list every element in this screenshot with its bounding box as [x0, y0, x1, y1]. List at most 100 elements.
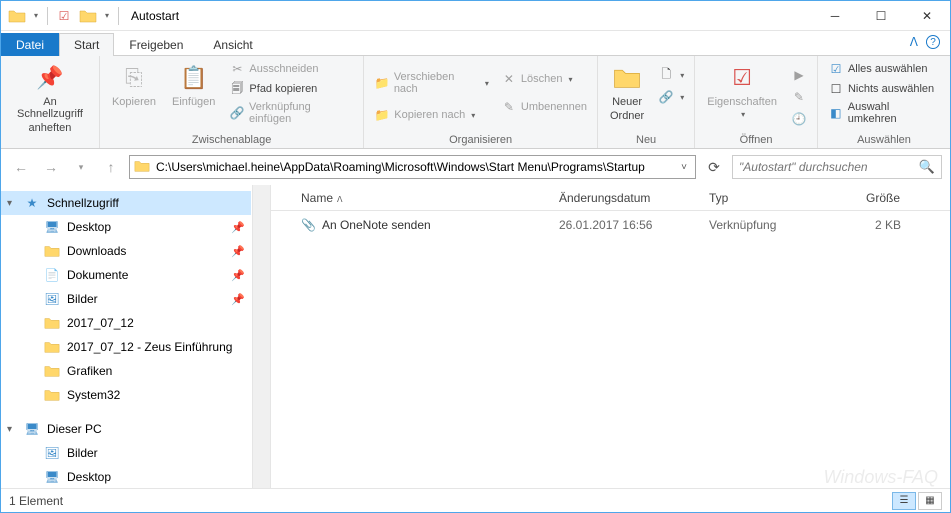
group-organize-label: Organisieren — [372, 132, 589, 146]
col-name[interactable]: Nameᐱ — [271, 191, 551, 205]
select-none-button[interactable]: ☐Nichts auswählen — [826, 80, 942, 98]
tab-start[interactable]: Start — [59, 33, 114, 56]
tab-share[interactable]: Freigeben — [114, 33, 198, 56]
file-list: Nameᐱ Änderungsdatum Typ Größe 📎An OneNo… — [271, 185, 950, 489]
sidebar-item[interactable]: 🖥Desktop — [1, 465, 251, 489]
select-all-button[interactable]: ☑Alles auswählen — [826, 60, 942, 78]
open-icon: ▶ — [791, 67, 807, 83]
main-area: ▾ ★ Schnellzugriff 🖥Desktop📌Downloads📌📄D… — [1, 185, 950, 489]
properties-button[interactable]: ☑ Eigenschaften ▾ — [703, 60, 781, 121]
titlebar: ▾ ☑ ▾ Autostart ─ ☐ ✕ — [1, 1, 950, 31]
properties-icon[interactable]: ☑ — [53, 5, 75, 27]
sidebar-thispc[interactable]: ▾ 🖥 Dieser PC — [1, 417, 251, 441]
address-history-dropdown[interactable]: ˅ — [677, 162, 691, 173]
pc-icon: 🖥 — [23, 420, 41, 438]
window-controls: ─ ☐ ✕ — [812, 1, 950, 31]
pin-icon: 📌 — [231, 269, 245, 282]
up-button[interactable]: ↑ — [99, 155, 123, 179]
copy-button[interactable]: ⎘ Kopieren — [108, 60, 160, 110]
folder-icon[interactable] — [6, 5, 28, 27]
item-icon — [43, 242, 61, 260]
folder-icon-2[interactable] — [77, 5, 99, 27]
sidebar-item[interactable]: 2017_07_12 - Zeus Einführung — [1, 335, 251, 359]
cut-button[interactable]: ✂Ausschneiden — [227, 60, 355, 78]
col-date[interactable]: Änderungsdatum — [551, 191, 701, 205]
item-icon — [43, 362, 61, 380]
new-item-icon: 🗋 — [658, 67, 674, 83]
delete-icon: ✕ — [501, 71, 517, 87]
edit-button[interactable]: ✎ — [789, 88, 809, 106]
close-button[interactable]: ✕ — [904, 1, 950, 31]
search-box[interactable]: 🔍 — [732, 155, 942, 179]
copy-to-button[interactable]: 📁Kopieren nach▾ — [372, 106, 491, 124]
group-new-label: Neu — [606, 132, 686, 146]
invert-icon: ◧ — [828, 105, 844, 121]
history-button[interactable]: 🕘 — [789, 110, 809, 128]
search-input[interactable] — [739, 160, 919, 174]
sidebar-item[interactable]: System32 — [1, 383, 251, 407]
copy-path-icon: 🗐 — [229, 81, 245, 97]
sidebar-item[interactable]: 2017_07_12 — [1, 311, 251, 335]
sidebar-quickaccess[interactable]: ▾ ★ Schnellzugriff — [1, 191, 251, 215]
address-input-wrapper[interactable]: ˅ — [129, 155, 696, 179]
easy-access-button[interactable]: 🔗▾ — [656, 88, 686, 106]
sidebar-item[interactable]: 🖼Bilder — [1, 441, 251, 465]
collapse-ribbon-icon[interactable]: ᐱ — [910, 35, 918, 49]
ribbon-tabs: Datei Start Freigeben Ansicht ᐱ ? — [1, 31, 950, 55]
refresh-button[interactable]: ⟳ — [702, 155, 726, 179]
sidebar-item[interactable]: 📄Dokumente📌 — [1, 263, 251, 287]
status-count: 1 Element — [9, 494, 63, 508]
pin-icon: 📌 — [231, 293, 245, 306]
move-to-button[interactable]: 📁Verschieben nach▾ — [372, 70, 491, 96]
pin-icon: 📌 — [34, 62, 66, 94]
pin-quickaccess-button[interactable]: 📌 An Schnellzugriff anheften — [9, 60, 91, 136]
column-headers: Nameᐱ Änderungsdatum Typ Größe — [271, 185, 950, 211]
file-row[interactable]: 📎An OneNote senden26.01.2017 16:56Verknü… — [271, 211, 950, 235]
shortcut-icon: 🔗 — [229, 105, 245, 121]
nav-sidebar[interactable]: ▾ ★ Schnellzugriff 🖥Desktop📌Downloads📌📄D… — [1, 185, 271, 489]
ribbon: 📌 An Schnellzugriff anheften ⎘ Kopieren … — [1, 55, 950, 149]
invert-selection-button[interactable]: ◧Auswahl umkehren — [826, 100, 942, 126]
delete-button[interactable]: ✕Löschen▾ — [499, 70, 589, 88]
recent-dropdown[interactable]: ▾ — [69, 155, 93, 179]
paste-shortcut-button[interactable]: 🔗Verknüpfung einfügen — [227, 100, 355, 126]
expand-icon[interactable]: ▾ — [7, 198, 12, 209]
pin-icon: 📌 — [231, 221, 245, 234]
back-button[interactable]: ← — [9, 155, 33, 179]
address-input[interactable] — [156, 160, 677, 174]
tab-file[interactable]: Datei — [1, 33, 59, 56]
rename-button[interactable]: ✎Umbenennen — [499, 98, 589, 116]
open-button[interactable]: ▶ — [789, 66, 809, 84]
item-icon — [43, 314, 61, 332]
moveto-icon: 📁 — [374, 75, 390, 91]
quick-access-toolbar: ▾ ☑ ▾ — [1, 5, 127, 27]
easy-access-icon: 🔗 — [658, 89, 674, 105]
tab-view[interactable]: Ansicht — [198, 33, 267, 56]
new-folder-button[interactable]: Neuer Ordner — [606, 60, 648, 124]
icons-view-button[interactable]: ▦ — [918, 492, 942, 510]
folder-icon — [134, 158, 152, 176]
copy-path-button[interactable]: 🗐Pfad kopieren — [227, 80, 355, 98]
expand-icon[interactable]: ▾ — [7, 424, 12, 435]
new-folder-icon — [611, 62, 643, 94]
help-icon[interactable]: ? — [926, 35, 940, 49]
search-icon[interactable]: 🔍 — [919, 159, 935, 175]
new-item-button[interactable]: 🗋▾ — [656, 66, 686, 84]
forward-button[interactable]: → — [39, 155, 63, 179]
sidebar-item[interactable]: 🖥Desktop📌 — [1, 215, 251, 239]
history-icon: 🕘 — [791, 111, 807, 127]
qat-dropdown-icon-2[interactable]: ▾ — [101, 5, 113, 27]
details-view-button[interactable]: ☰ — [892, 492, 916, 510]
sidebar-item[interactable]: 🖼Bilder📌 — [1, 287, 251, 311]
group-open-label: Öffnen — [703, 132, 809, 146]
col-size[interactable]: Größe — [821, 191, 921, 205]
sidebar-item[interactable]: Downloads📌 — [1, 239, 251, 263]
sidebar-item[interactable]: Grafiken — [1, 359, 251, 383]
sort-indicator-icon: ᐱ — [337, 195, 342, 204]
star-icon: ★ — [23, 194, 41, 212]
qat-dropdown-icon[interactable]: ▾ — [30, 5, 42, 27]
minimize-button[interactable]: ─ — [812, 1, 858, 31]
paste-button[interactable]: 📋 Einfügen — [168, 60, 219, 110]
col-type[interactable]: Typ — [701, 191, 821, 205]
maximize-button[interactable]: ☐ — [858, 1, 904, 31]
